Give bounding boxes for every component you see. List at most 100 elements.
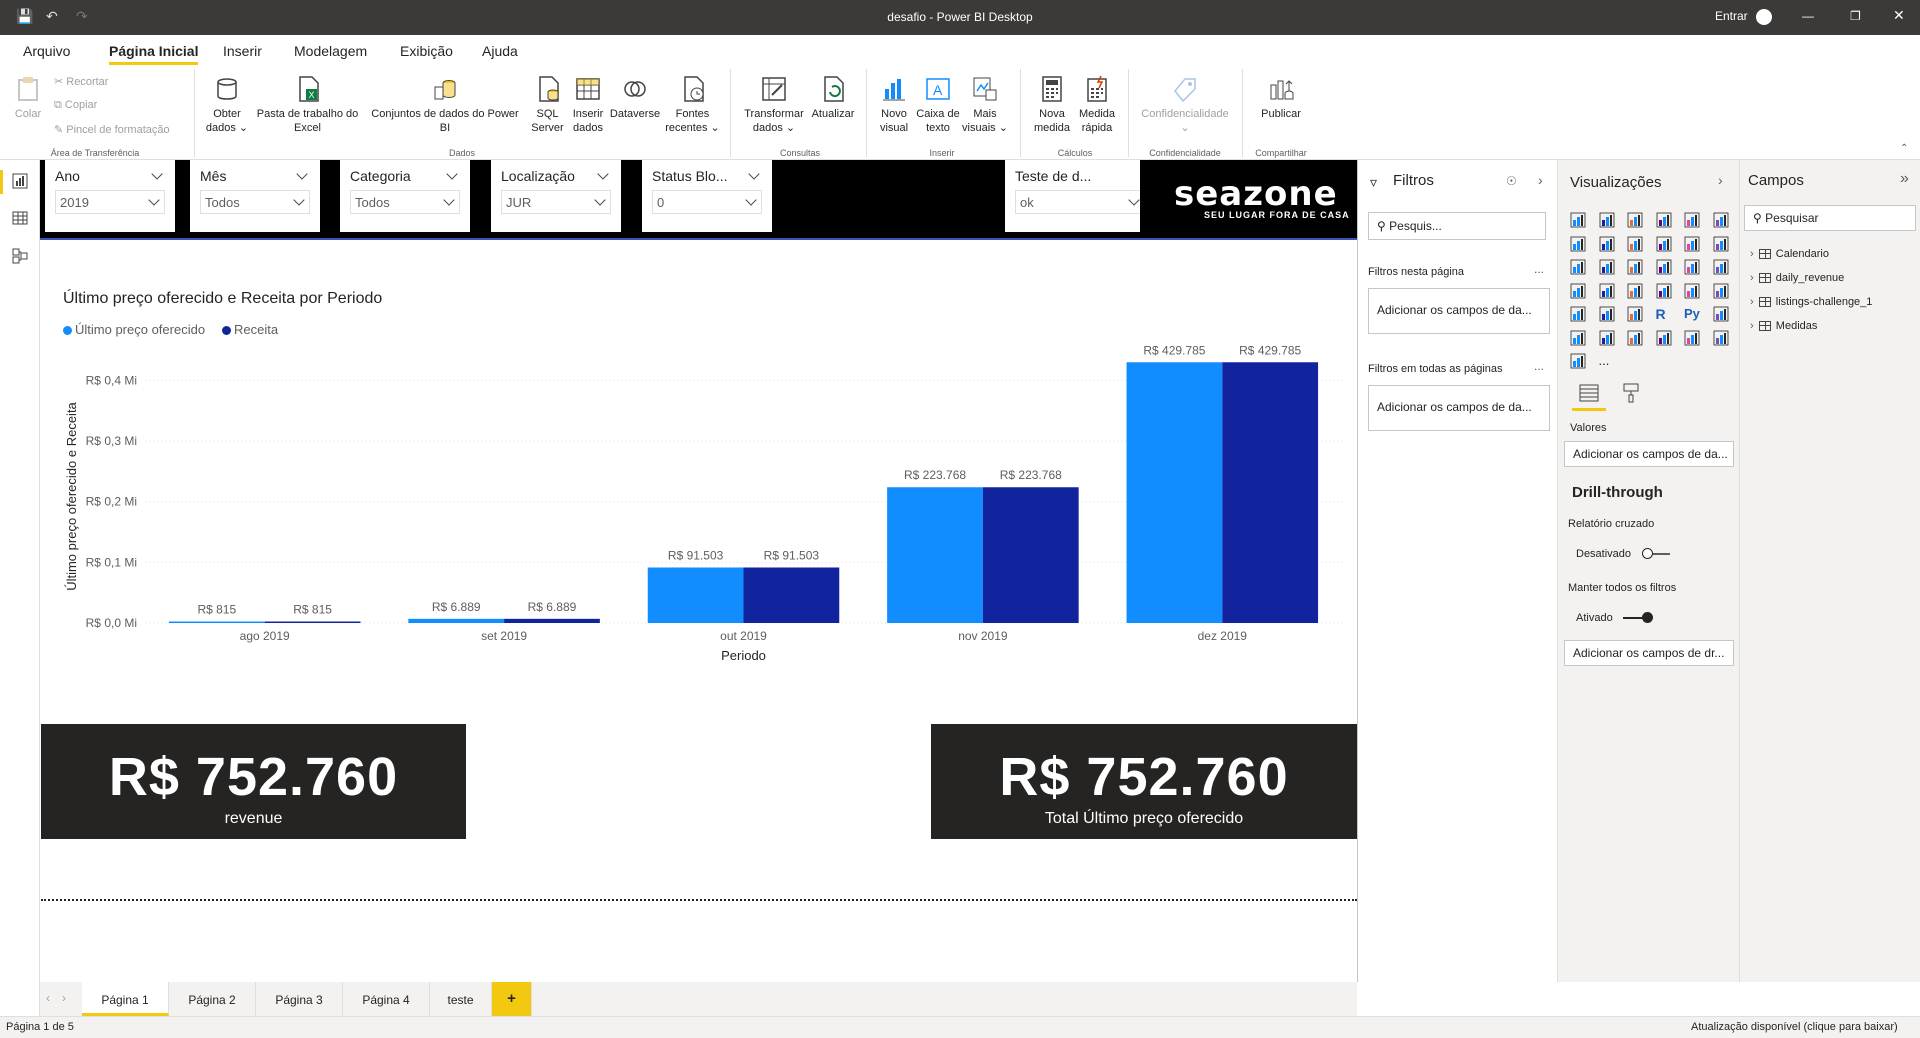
- menu-arquivo[interactable]: Arquivo: [23, 43, 70, 59]
- more-options-icon[interactable]: ...: [1534, 359, 1544, 373]
- filled-map-icon[interactable]: [1599, 283, 1615, 299]
- menu-inserir[interactable]: Inserir: [223, 43, 262, 59]
- chevron-down-icon[interactable]: [597, 168, 609, 180]
- chevron-right-icon[interactable]: ›: [1750, 272, 1754, 284]
- chevron-right-icon[interactable]: ›: [1718, 172, 1723, 188]
- refresh-button[interactable]: Atualizar: [806, 71, 860, 121]
- line-icon[interactable]: [1570, 236, 1586, 252]
- key-influencers-icon[interactable]: [1713, 306, 1729, 322]
- chevron-double-right-icon[interactable]: »: [1900, 170, 1909, 188]
- bar[interactable]: [887, 487, 983, 623]
- tab-pagina-3[interactable]: Página 3: [256, 982, 343, 1016]
- bar[interactable]: [504, 618, 600, 623]
- donut-icon[interactable]: [1684, 259, 1700, 275]
- new-visual-button[interactable]: Novo visual: [872, 71, 916, 135]
- dataverse-button[interactable]: Dataverse: [606, 71, 664, 121]
- legend-item[interactable]: Receita: [222, 322, 278, 337]
- slicer-localizacao[interactable]: Localização JUR: [491, 160, 621, 232]
- slicer-dropdown[interactable]: 0: [652, 190, 762, 214]
- chevron-down-icon[interactable]: [151, 168, 163, 180]
- add-page-button[interactable]: +: [492, 982, 532, 1016]
- values-dropzone[interactable]: Adicionar os campos de da...: [1564, 441, 1734, 467]
- chevron-down-icon[interactable]: [296, 168, 308, 180]
- treemap-icon[interactable]: [1713, 259, 1729, 275]
- fields-well-icon[interactable]: [1578, 382, 1600, 404]
- all-pages-filters-dropzone[interactable]: Adicionar os campos de da...: [1368, 385, 1550, 431]
- tab-teste[interactable]: teste: [430, 982, 492, 1016]
- slicer-status-bloqueio[interactable]: Status Blo... 0: [642, 160, 772, 232]
- area-icon[interactable]: [1599, 236, 1615, 252]
- map-icon[interactable]: [1570, 283, 1586, 299]
- chevron-down-icon[interactable]: [446, 168, 458, 180]
- matrix-icon[interactable]: [1627, 306, 1643, 322]
- funnel-icon[interactable]: [1599, 259, 1615, 275]
- more-visuals-icon[interactable]: ...: [1599, 353, 1615, 369]
- drillthrough-dropzone[interactable]: Adicionar os campos de dr...: [1564, 640, 1734, 666]
- stacked-bar-icon[interactable]: [1570, 212, 1586, 228]
- field-table-item[interactable]: › Calendario: [1750, 248, 1829, 260]
- signin-link[interactable]: Entrar: [1715, 9, 1748, 23]
- paginated-icon[interactable]: [1656, 330, 1672, 346]
- gauge-icon[interactable]: [1627, 283, 1643, 299]
- field-table-item[interactable]: › listings-challenge_1: [1750, 296, 1872, 308]
- card-icon[interactable]: [1656, 283, 1672, 299]
- table-icon[interactable]: [1599, 306, 1615, 322]
- update-available-link[interactable]: Atualização disponível (clique para baix…: [1691, 1021, 1898, 1033]
- power-automate-icon[interactable]: [1713, 330, 1729, 346]
- menu-pagina-inicial[interactable]: Página Inicial: [109, 43, 199, 65]
- stacked-area-icon[interactable]: [1627, 236, 1643, 252]
- bar[interactable]: [1126, 362, 1223, 623]
- powerbi-datasets-button[interactable]: Conjuntos de dados do Power BI: [365, 71, 525, 135]
- tab-pagina-4[interactable]: Página 4: [343, 982, 430, 1016]
- slicer-categoria[interactable]: Categoria Todos: [340, 160, 470, 232]
- kpi-icon[interactable]: [1713, 283, 1729, 299]
- bar[interactable]: [647, 567, 744, 623]
- fields-search-input[interactable]: ⚲ Pesquisar: [1744, 205, 1916, 231]
- menu-exibicao[interactable]: Exibição: [400, 43, 453, 59]
- chevron-right-icon[interactable]: ›: [1750, 248, 1754, 260]
- multi-row-card-icon[interactable]: [1684, 283, 1700, 299]
- smart-narrative-icon[interactable]: [1627, 330, 1643, 346]
- tab-scroll-right-icon[interactable]: ›: [62, 991, 66, 1005]
- chevron-right-icon[interactable]: ›: [1538, 172, 1543, 188]
- format-paint-icon[interactable]: [1620, 382, 1642, 404]
- bar[interactable]: [982, 487, 1079, 623]
- filters-search-input[interactable]: ⚲ Pesquis...: [1368, 212, 1546, 240]
- bar[interactable]: [1222, 362, 1319, 623]
- excel-workbook-button[interactable]: X Pasta de trabalho do Excel: [250, 71, 365, 135]
- get-data-button[interactable]: Obter dados ⌄: [202, 71, 252, 135]
- close-icon[interactable]: ✕: [1893, 7, 1905, 24]
- bar[interactable]: [408, 618, 505, 623]
- chevron-right-icon[interactable]: ›: [1750, 296, 1754, 308]
- quick-measure-button[interactable]: Medida rápida: [1072, 71, 1122, 135]
- slicer-ano[interactable]: Ano 2019: [45, 160, 175, 232]
- publish-button[interactable]: Publicar: [1250, 71, 1312, 121]
- chevron-right-icon[interactable]: ›: [1750, 320, 1754, 332]
- line-clustered-icon[interactable]: [1684, 236, 1700, 252]
- 100-column-icon[interactable]: [1713, 212, 1729, 228]
- slicer-dropdown[interactable]: JUR: [501, 190, 611, 214]
- scatter-icon[interactable]: [1627, 259, 1643, 275]
- bar[interactable]: [743, 567, 840, 623]
- menu-ajuda[interactable]: Ajuda: [482, 43, 518, 59]
- eye-icon[interactable]: ☉: [1506, 174, 1517, 188]
- r-visual-icon[interactable]: R: [1656, 306, 1672, 322]
- slicer-icon[interactable]: [1570, 306, 1586, 322]
- slicer-dropdown[interactable]: Todos: [200, 190, 310, 214]
- recent-sources-button[interactable]: Fontes recentes ⌄: [665, 71, 720, 135]
- tab-scroll-left-icon[interactable]: ‹: [46, 991, 50, 1005]
- text-box-button[interactable]: A Caixa de texto: [914, 71, 962, 135]
- maximize-icon[interactable]: ❐: [1850, 9, 1861, 23]
- bar[interactable]: [168, 621, 265, 624]
- clustered-column-chart[interactable]: R$ 0,0 Mi R$ 0,1 Mi R$ 0,2 Mi R$ 0,3 Mi R$ 0…: [40, 340, 1357, 670]
- field-table-item[interactable]: › Medidas: [1750, 320, 1817, 332]
- arcgis-icon[interactable]: [1570, 353, 1586, 369]
- decomposition-tree-icon[interactable]: [1570, 330, 1586, 346]
- clustered-column-icon[interactable]: [1656, 212, 1672, 228]
- tab-pagina-1[interactable]: Página 1: [82, 982, 169, 1016]
- slicer-dropdown[interactable]: ok: [1015, 190, 1145, 214]
- python-visual-icon[interactable]: Py: [1684, 306, 1700, 322]
- clustered-bar-icon[interactable]: [1627, 212, 1643, 228]
- legend-item[interactable]: Último preço oferecido: [63, 322, 205, 337]
- menu-modelagem[interactable]: Modelagem: [294, 43, 367, 59]
